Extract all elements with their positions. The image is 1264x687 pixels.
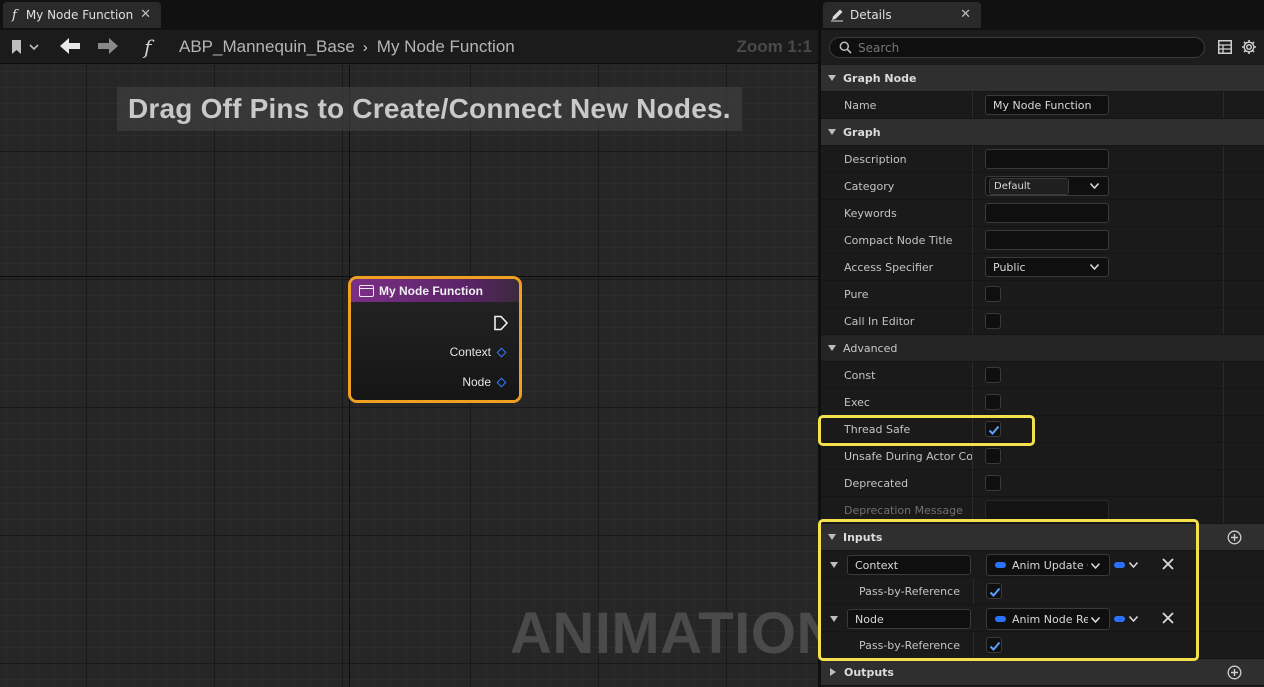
prop-compact-node-title: Compact Node Title (821, 227, 1264, 254)
prop-label: Description (821, 146, 973, 172)
graph-hint: Drag Off Pins to Create/Connect New Node… (117, 87, 742, 131)
deprecation-message-field (985, 500, 1109, 520)
prop-label: Const (821, 362, 973, 388)
search-input[interactable] (858, 40, 1178, 55)
unsafe-checkbox[interactable] (985, 448, 1001, 464)
pure-checkbox[interactable] (985, 286, 1001, 302)
prop-deprecated: Deprecated (821, 470, 1264, 497)
search-box[interactable] (829, 37, 1205, 58)
exec-checkbox[interactable] (985, 394, 1001, 410)
tab-title: Details (850, 8, 892, 22)
chevron-right-icon: › (362, 38, 368, 56)
graph-toolbar: f ABP_Mannequin_Base › My Node Function … (0, 30, 818, 64)
prop-label: Unsafe During Actor Cons (821, 443, 973, 469)
exec-pin-icon[interactable] (493, 315, 509, 331)
inputs-highlight (818, 519, 1199, 661)
prop-call-in-editor: Call In Editor (821, 308, 1264, 335)
category-graph[interactable]: Graph (821, 119, 1264, 146)
node-header[interactable]: My Node Function (351, 279, 519, 302)
pin-context[interactable]: Context (449, 345, 507, 359)
const-checkbox[interactable] (985, 367, 1001, 383)
graph-editor: f My Node Function ✕ f ABP_Mannequin_Bas… (0, 0, 818, 687)
keywords-field[interactable] (985, 203, 1109, 223)
thread-safe-highlight (818, 415, 1035, 446)
add-input-icon[interactable] (1227, 530, 1242, 545)
add-output-icon[interactable] (1227, 665, 1242, 680)
collapse-arrow-icon[interactable] (828, 345, 836, 351)
deprecated-checkbox[interactable] (985, 475, 1001, 491)
category-label: Advanced (843, 341, 898, 355)
prop-label: Compact Node Title (821, 227, 973, 253)
prop-label: Exec (821, 389, 973, 415)
category-combo[interactable]: Default (985, 176, 1109, 196)
prop-label: Access Specifier (821, 254, 973, 280)
pin-label: Node (462, 375, 491, 389)
details-search-row (821, 30, 1264, 64)
category-graph-node[interactable]: Graph Node (821, 65, 1264, 92)
table-view-icon[interactable] (1218, 40, 1232, 54)
details-tab-bar: Details ✕ (821, 0, 1264, 30)
breadcrumb: ABP_Mannequin_Base › My Node Function (179, 36, 515, 58)
function-node-icon (359, 284, 374, 297)
prop-exec: Exec (821, 389, 1264, 416)
category-outputs[interactable]: Outputs (821, 659, 1264, 686)
chevron-down-icon[interactable] (1090, 183, 1099, 189)
function-entry-node[interactable]: My Node Function Context Node (348, 276, 522, 403)
close-icon[interactable]: ✕ (140, 7, 151, 22)
node-body: Context Node (351, 302, 519, 400)
prop-pure: Pure (821, 281, 1264, 308)
prop-name: Name My Node Function (821, 92, 1264, 119)
dropdown-value: Public (993, 260, 1026, 274)
prop-label: Call In Editor (821, 308, 973, 334)
collapse-arrow-icon[interactable] (828, 129, 836, 135)
category-label: Graph Node (843, 71, 917, 85)
prop-description: Description (821, 146, 1264, 173)
graph-watermark: ANIMATION (510, 601, 818, 666)
close-icon[interactable]: ✕ (960, 7, 971, 22)
function-icon: f (144, 35, 152, 59)
breadcrumb-item-blueprint[interactable]: ABP_Mannequin_Base (179, 37, 355, 57)
prop-label: Pure (821, 281, 973, 307)
back-arrow-icon[interactable] (58, 36, 82, 56)
prop-label: Deprecated (821, 470, 973, 496)
pencil-icon (831, 9, 843, 22)
prop-label: Category (821, 173, 973, 199)
call-in-editor-checkbox[interactable] (985, 313, 1001, 329)
category-label: Graph (843, 125, 881, 139)
graph-tab-bar: f My Node Function ✕ (0, 0, 818, 30)
pin-icon[interactable] (496, 347, 507, 357)
search-icon (839, 41, 852, 54)
category-input[interactable]: Default (989, 177, 1069, 195)
gear-icon[interactable] (1241, 39, 1257, 55)
compact-title-field[interactable] (985, 230, 1109, 250)
pin-node[interactable]: Node (462, 375, 507, 389)
category-label: Outputs (844, 665, 894, 679)
zoom-level: Zoom 1:1 (736, 37, 812, 56)
tab-my-node-function[interactable]: f My Node Function ✕ (3, 2, 161, 28)
pin-label: Context (449, 345, 491, 359)
prop-keywords: Keywords (821, 200, 1264, 227)
prop-label: Name (821, 92, 973, 118)
tab-title: My Node Function (25, 8, 134, 22)
prop-category: Category Default (821, 173, 1264, 200)
description-field[interactable] (985, 149, 1109, 169)
prop-unsafe-during-actor-construction: Unsafe During Actor Cons (821, 443, 1264, 470)
forward-arrow-icon[interactable] (96, 36, 120, 56)
tab-details[interactable]: Details ✕ (823, 2, 981, 28)
name-field[interactable]: My Node Function (985, 95, 1109, 115)
chevron-down-icon[interactable] (1090, 264, 1099, 270)
function-icon: f (12, 7, 17, 23)
prop-access-specifier: Access Specifier Public (821, 254, 1264, 281)
prop-label: Keywords (821, 200, 973, 226)
breadcrumb-item-function[interactable]: My Node Function (377, 37, 515, 57)
bookmark-icon[interactable] (10, 39, 40, 55)
collapse-arrow-icon[interactable] (828, 75, 836, 81)
expand-arrow-icon[interactable] (830, 668, 836, 676)
prop-const: Const (821, 362, 1264, 389)
pin-icon[interactable] (496, 377, 507, 387)
node-title: My Node Function (379, 283, 483, 298)
access-specifier-dropdown[interactable]: Public (985, 257, 1109, 277)
category-advanced[interactable]: Advanced (821, 335, 1264, 362)
